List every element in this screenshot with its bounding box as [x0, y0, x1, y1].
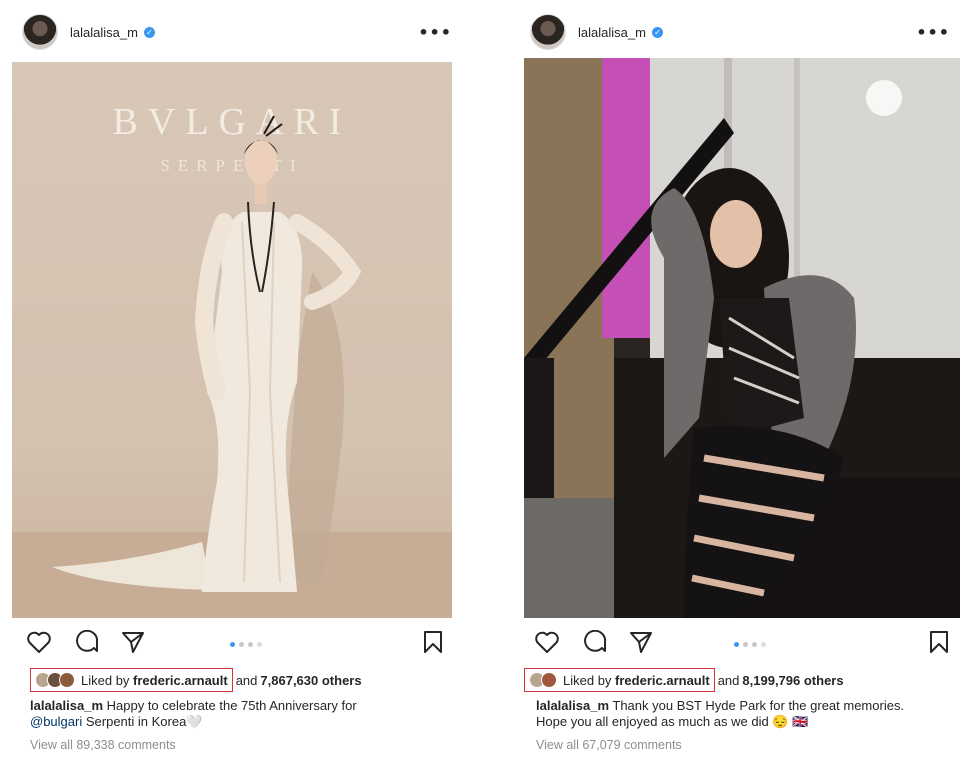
heart-icon[interactable]	[534, 630, 560, 654]
view-all-comments-link[interactable]: View all 89,338 comments	[30, 738, 176, 752]
post-username[interactable]: lalalalisa_m	[70, 25, 138, 40]
more-options-icon[interactable]: •••	[916, 23, 950, 42]
liker-avatar	[541, 672, 557, 688]
caption-emoji: 🤍	[186, 714, 203, 729]
caption-text: Thank you BST Hyde Park for the great me…	[612, 698, 905, 713]
bookmark-icon[interactable]	[928, 630, 950, 654]
carousel-dot	[761, 642, 766, 647]
carousel-dot	[239, 642, 244, 647]
liked-by-label: Liked by frederic.arnault	[563, 672, 710, 688]
liked-by-label: Liked by frederic.arnault	[81, 672, 228, 688]
liked-by-highlight[interactable]: Liked by frederic.arnault	[30, 668, 233, 692]
likes-count[interactable]: 7,867,630 others	[260, 673, 361, 688]
more-options-icon[interactable]: •••	[418, 23, 452, 42]
avatar[interactable]	[530, 14, 566, 50]
and-label: and	[717, 672, 740, 688]
photo-illustration	[12, 115, 452, 618]
post-photo[interactable]: BVLGARI SERPENTI	[12, 62, 452, 618]
caption-text: Happy to celebrate the 75th Anniversary …	[106, 698, 357, 713]
carousel-dot	[257, 642, 262, 647]
liked-by-user[interactable]: frederic.arnault	[615, 673, 710, 688]
post-caption: lalalalisa_m Happy to celebrate the 75th…	[30, 698, 452, 730]
carousel-dots	[230, 642, 262, 647]
view-all-comments-link[interactable]: View all 67,079 comments	[536, 738, 682, 752]
caption-username[interactable]: lalalalisa_m	[30, 698, 103, 713]
carousel-dot	[248, 642, 253, 647]
instagram-post-bulgari: lalalalisa_m ✓ ••• BVLGARI SERPENTI Like…	[12, 0, 462, 762]
avatar[interactable]	[22, 14, 58, 50]
post-actions	[534, 630, 950, 660]
likes-count[interactable]: 8,199,796 others	[742, 673, 843, 688]
caption-emoji: 😔 🇬🇧	[772, 714, 809, 729]
carousel-dots	[734, 642, 766, 647]
instagram-post-hyde-park: lalalalisa_m ✓ ••• Liked by frederic.arn…	[524, 0, 960, 762]
likes-row: Liked by frederic.arnault and 8,199,796 …	[524, 668, 844, 692]
post-username[interactable]: lalalalisa_m	[578, 25, 646, 40]
comment-icon[interactable]	[582, 630, 608, 654]
share-icon[interactable]	[628, 630, 654, 654]
verified-icon: ✓	[651, 26, 663, 38]
post-caption: lalalalisa_m Thank you BST Hyde Park for…	[536, 698, 950, 730]
caption-text: Serpenti in Korea	[85, 714, 187, 729]
carousel-dot	[734, 642, 739, 647]
liked-by-user[interactable]: frederic.arnault	[133, 673, 228, 688]
photo-illustration	[524, 58, 960, 618]
post-photo[interactable]	[524, 58, 960, 618]
and-label: and	[235, 672, 258, 688]
liker-avatar	[59, 672, 75, 688]
heart-icon[interactable]	[26, 630, 52, 654]
likes-row: Liked by frederic.arnault and 7,867,630 …	[30, 668, 362, 692]
share-icon[interactable]	[120, 630, 146, 654]
caption-text: Hope you all enjoyed as much as we did	[536, 714, 769, 729]
verified-icon: ✓	[143, 26, 155, 38]
carousel-dot	[743, 642, 748, 647]
post-header: lalalalisa_m ✓ •••	[22, 12, 452, 52]
post-actions	[26, 630, 452, 660]
caption-username[interactable]: lalalalisa_m	[536, 698, 609, 713]
carousel-dot	[752, 642, 757, 647]
comment-icon[interactable]	[74, 630, 100, 654]
post-header: lalalalisa_m ✓ •••	[530, 12, 950, 52]
liked-by-highlight[interactable]: Liked by frederic.arnault	[524, 668, 715, 692]
caption-mention[interactable]: @bulgari	[30, 714, 82, 729]
bookmark-icon[interactable]	[422, 630, 444, 654]
carousel-dot	[230, 642, 235, 647]
